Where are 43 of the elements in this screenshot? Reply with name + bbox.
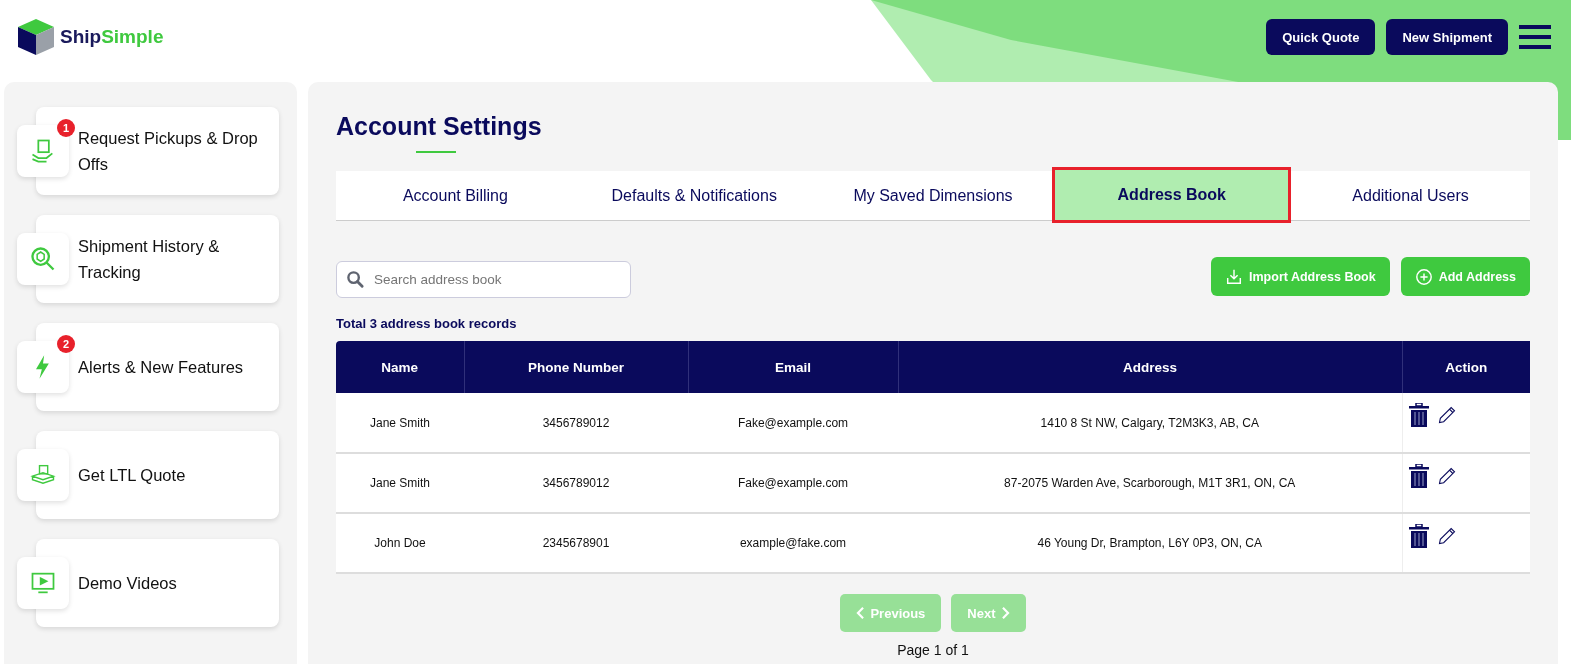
record-count: Total 3 address book records [336,316,518,331]
header-button[interactable]: New Shipment [1386,19,1508,55]
header-button[interactable]: Quick Quote [1266,19,1376,55]
plus-circle-icon [1414,267,1433,286]
sidebar-item[interactable]: Get LTL Quote [36,431,279,519]
trash-icon[interactable] [1408,464,1429,488]
table-cell: John Doe [336,513,464,573]
trash-icon[interactable] [1408,524,1429,548]
search-icon [346,270,365,289]
column-header: Phone Number [464,341,688,393]
table-cell: 2345678901 [464,513,688,573]
tab[interactable]: Address Book [1052,167,1292,223]
table-cell: 3456789012 [464,453,688,513]
tab[interactable]: Account Billing [336,171,575,220]
tab[interactable]: Additional Users [1291,171,1530,220]
column-header: Action [1402,341,1530,393]
search-field[interactable]: Search address book [336,261,631,298]
table-cell: 87-2075 Warden Ave, Scarborough, M1T 3R1, ON, CA [898,453,1402,513]
import-icon [1225,267,1244,286]
column-header: Name [336,341,464,393]
chevron-left-icon [856,607,866,619]
table-cell: 1410 8 St NW, Calgary, T2M3K3, AB, CA [898,393,1402,453]
page-title: Account Settings [336,112,543,141]
table-cell: 3456789012 [464,393,688,453]
sidebar-item[interactable]: Demo Videos [36,539,279,627]
tab[interactable]: My Saved Dimensions [813,171,1053,220]
table-cell: Fake@example.com [688,393,898,453]
table-cell: example@fake.com [688,513,898,573]
table-cell: 46 Young Dr, Brampton, L6Y 0P3, ON, CA [898,513,1402,573]
tab[interactable]: Defaults & Notifications [574,171,814,220]
table-cell: Jane Smith [336,453,464,513]
cube-logo-icon [16,17,56,57]
page-status: Page 1 of 1 [896,642,970,658]
sidebar-item[interactable]: Shipment History & Tracking [36,215,279,303]
trash-icon[interactable] [1408,403,1429,427]
table-cell: Jane Smith [336,393,464,453]
column-header: Email [688,341,898,393]
package-search-icon [29,245,57,273]
menu-icon[interactable] [1519,25,1551,49]
table-cell: Fake@example.com [688,453,898,513]
column-header: Address [898,341,1402,393]
chevron-right-icon [1000,607,1010,619]
logo-text: ShipSimple [60,26,164,48]
